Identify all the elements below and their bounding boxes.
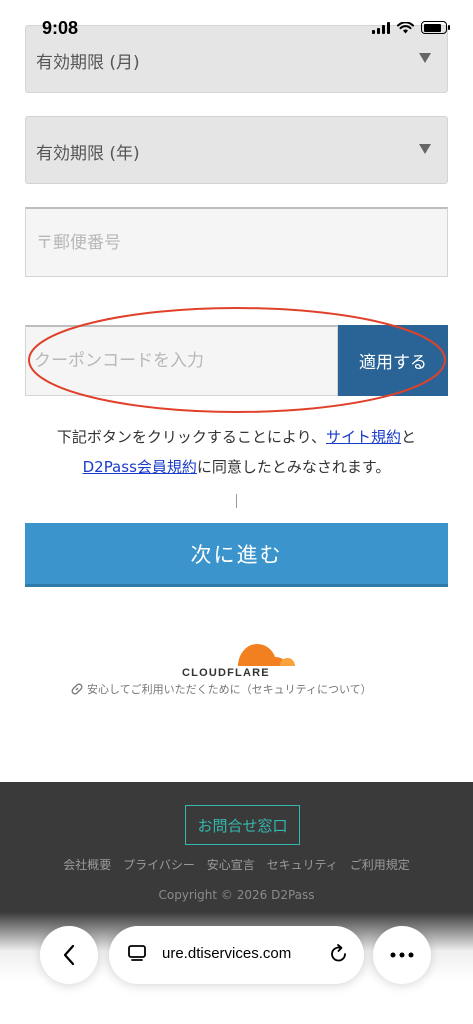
text-cursor (236, 494, 237, 508)
back-button[interactable] (40, 926, 98, 984)
member-terms-link[interactable]: D2Pass会員規約 (83, 458, 197, 476)
footer-link-company[interactable]: 会社概要 (63, 858, 111, 872)
coupon-field-wrapper (25, 325, 338, 396)
postal-code-field-wrapper (25, 207, 448, 277)
reload-icon[interactable] (328, 943, 350, 965)
more-options-button[interactable] (373, 926, 431, 984)
postal-code-input[interactable] (26, 209, 447, 276)
security-link-text: 安心してご利用いただくために（セキュリティについて） (87, 683, 372, 696)
terms-agreement-text: 下記ボタンをクリックすることにより、サイト規約と D2Pass会員規約に同意したと… (20, 422, 453, 482)
link-icon (71, 683, 83, 695)
address-bar[interactable]: ure.dtiservices.com (109, 926, 364, 984)
status-time: 9:08 (42, 18, 79, 38)
url-text: ure.dtiservices.com (162, 945, 292, 962)
agreement-text-before: 下記ボタンをクリックすることにより、 (56, 428, 327, 446)
expiry-year-label: 有効期限 (年) (36, 144, 140, 164)
site-terms-link[interactable]: サイト規約 (326, 428, 401, 446)
copyright-text: Copyright © 2026 D2Pass (158, 888, 315, 902)
footer-link-privacy[interactable]: プライバシー (123, 858, 195, 872)
footer-link-security[interactable]: セキュリティ (267, 858, 338, 872)
battery-icon (421, 21, 450, 34)
more-dots-icon (390, 952, 414, 958)
footer-link-safety-declaration[interactable]: 安心宣言 (207, 858, 255, 872)
contact-button[interactable]: お問合せ窓口 (185, 805, 300, 845)
expiry-year-select[interactable]: 有効期限 (年) (25, 116, 448, 184)
wifi-icon (397, 21, 414, 33)
agreement-text-after: に同意したとみなされます。 (196, 458, 391, 476)
tab-overview-icon (128, 945, 146, 961)
cellular-signal-icon (372, 21, 390, 34)
next-button[interactable]: 次に進む (25, 523, 448, 587)
chevron-left-icon (63, 944, 75, 966)
footer-links: 会社概要 プライバシー 安心宣言 セキュリティ ご利用規定 (0, 856, 473, 873)
dropdown-arrow-icon (419, 53, 431, 63)
status-icons (372, 21, 450, 34)
security-info-link[interactable]: 安心してご利用いただくために（セキュリティについて） (70, 681, 372, 697)
footer-link-terms[interactable]: ご利用規定 (350, 858, 410, 872)
cloudflare-brand: CLOUDFLARE (182, 667, 270, 679)
status-bar: 9:08 (0, 0, 473, 50)
agreement-connector: と (401, 428, 417, 446)
dropdown-arrow-icon (419, 144, 431, 154)
battery-fill (423, 23, 442, 32)
coupon-code-input[interactable] (26, 327, 337, 395)
apply-coupon-button[interactable]: 適用する (338, 325, 448, 396)
expiry-month-label: 有効期限 (月) (36, 53, 140, 73)
